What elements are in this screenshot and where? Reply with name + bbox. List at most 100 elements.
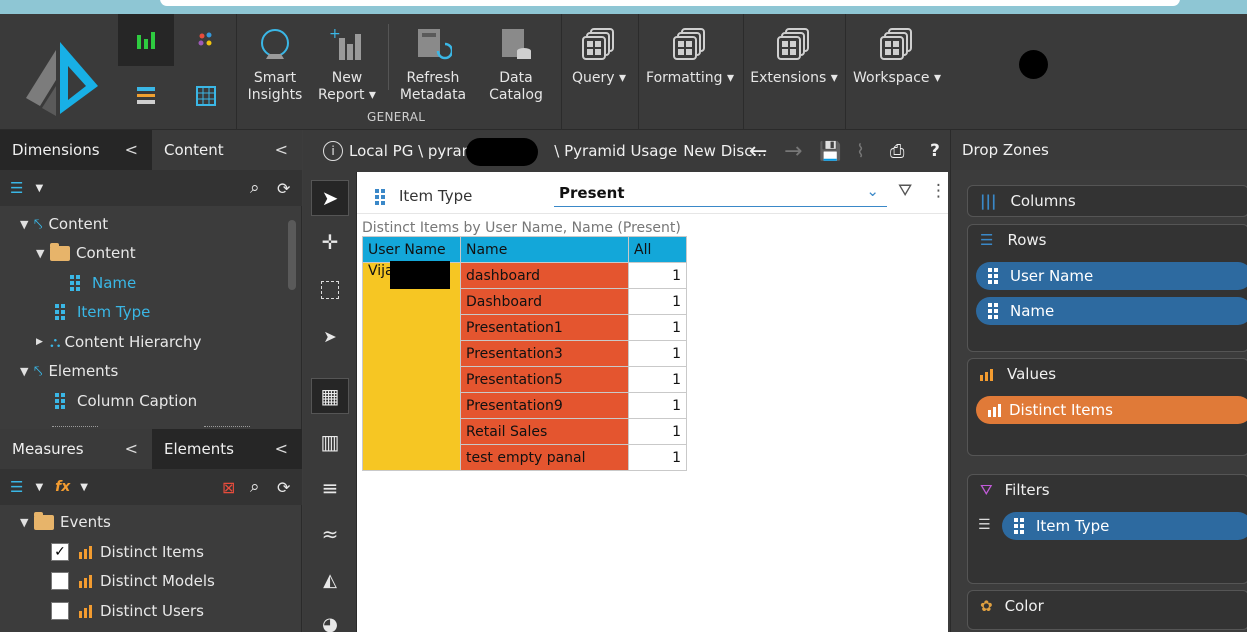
tree-node-events[interactable]: ▼ Events [20,508,111,536]
smart-insights-button[interactable]: Smart Insights [247,20,303,104]
line-chart-button[interactable]: ≈ [311,516,349,552]
bar-chart-button[interactable]: ≡ [311,470,349,506]
tab-elements[interactable]: Elements < [152,429,302,469]
back-arrow-icon[interactable]: ← [749,139,767,164]
measure-distinct-items[interactable]: ✓ Distinct Items [51,538,204,566]
grid-view-button[interactable] [178,70,234,122]
user-name-cell[interactable]: Vija [362,262,461,471]
values-pill-distinct-items[interactable]: Distinct Items [976,396,1247,424]
chevron-down-icon[interactable]: ▼ [35,183,43,194]
rss-icon[interactable]: ⌇ [856,141,865,162]
tree-node-content-root[interactable]: ▼ ⤣ Content [20,210,108,238]
pie-chart-button[interactable]: ◕ [311,606,349,632]
extensions-menu-button[interactable]: Extensions ▾ [750,20,838,87]
name-cell[interactable]: dashboard [460,262,629,289]
filter-settings-icon[interactable]: ⛛ [898,181,912,201]
name-cell[interactable]: Presentation3 [460,340,629,367]
collapse-icon[interactable]: < [125,140,138,159]
filter-dropdown[interactable]: Present ⌄ [554,180,887,207]
measure-distinct-users[interactable]: Distinct Users [51,597,204,625]
column-header[interactable]: User Name [362,236,461,263]
tree-node-content-hierarchy[interactable]: ▶ ⛬ Content Hierarchy [36,328,201,356]
formula-icon[interactable]: fx [55,479,70,495]
rows-pill-name[interactable]: Name [976,297,1247,325]
area-chart-button[interactable]: ◭ [311,562,349,598]
palette-view-button[interactable] [178,14,234,66]
new-report-button[interactable]: + New Report ▾ [318,20,376,104]
print-icon[interactable]: ⎙ [890,141,904,162]
refresh-icon[interactable]: ⟳ [277,478,290,497]
refresh-metadata-button[interactable]: Refresh Metadata [399,20,467,104]
formatting-menu-button[interactable]: Formatting ▾ [645,20,735,87]
expand-icon[interactable]: ▼ [20,365,34,378]
refresh-icon[interactable]: ⟳ [277,179,290,198]
value-cell[interactable]: 1 [628,288,687,315]
tree-node-name[interactable]: Name [70,269,136,297]
crosshair-tool[interactable]: ✛ [311,224,349,260]
tab-content[interactable]: Content < [152,130,302,170]
filter-list-icon[interactable]: ☰ [978,517,991,533]
chevron-down-icon[interactable]: ⌄ [866,182,879,200]
tab-measures[interactable]: Measures < [0,429,152,469]
name-cell[interactable]: Retail Sales [460,418,629,445]
value-cell[interactable]: 1 [628,262,687,289]
filters-zone[interactable]: ⛛ Filters ☰ Item Type [967,474,1247,584]
search-icon[interactable]: ⌕ [250,477,260,497]
breadcrumb-path-2[interactable]: \ Pyramid Usage [554,142,677,160]
tab-dimensions[interactable]: Dimensions < [0,130,152,170]
column-chart-button[interactable]: ▥ [311,424,349,460]
measure-distinct-models[interactable]: Distinct Models [51,567,215,595]
data-catalog-button[interactable]: Data Catalog [486,20,546,104]
chevron-down-icon[interactable]: ▼ [80,482,88,493]
info-icon[interactable]: i [323,141,343,161]
expand-icon[interactable]: ▼ [36,247,50,260]
tree-view-icon[interactable]: ☰ [10,179,23,197]
column-header[interactable]: All [628,236,687,263]
tree-node-elements[interactable]: ▼ ⤣ Elements [20,357,118,385]
address-bar[interactable] [160,0,1180,6]
value-cell[interactable]: 1 [628,418,687,445]
forward-arrow-icon[interactable]: → [784,139,802,164]
value-cell[interactable]: 1 [628,340,687,367]
search-icon[interactable]: ⌕ [250,178,260,198]
values-zone[interactable]: Values Distinct Items [967,358,1247,456]
collapse-icon[interactable]: < [125,439,138,458]
layout-view-button[interactable] [118,70,174,122]
checkbox[interactable] [51,572,69,590]
chart-view-button[interactable] [118,14,174,66]
columns-zone[interactable]: ||| Columns [967,185,1247,217]
tree-node-column-caption[interactable]: Column Caption [55,387,197,415]
name-cell[interactable]: Presentation5 [460,366,629,393]
drill-tool[interactable]: ➤ [311,318,349,354]
expand-icon[interactable]: ▼ [20,218,34,231]
color-zone[interactable]: ✿ Color [967,590,1247,630]
checkbox-checked[interactable]: ✓ [51,543,69,561]
expand-icon[interactable]: ▶ [36,337,50,347]
value-cell[interactable]: 1 [628,366,687,393]
workspace-menu-button[interactable]: Workspace ▾ [852,20,942,87]
more-menu-icon[interactable]: ⋮ [930,181,947,201]
collapse-icon[interactable]: < [275,140,288,159]
select-tool[interactable]: ➤ [311,180,349,216]
name-cell[interactable]: test empty panal [460,444,629,471]
rows-pill-user-name[interactable]: User Name [976,262,1247,290]
tree-node-item-type[interactable]: Item Type [55,298,150,326]
chevron-down-icon[interactable]: ▼ [35,482,43,493]
query-menu-button[interactable]: Query ▾ [568,20,630,87]
rows-zone[interactable]: ☰ Rows User Name Name [967,224,1247,352]
value-cell[interactable]: 1 [628,444,687,471]
expand-icon[interactable]: ▼ [20,516,34,529]
lasso-tool[interactable] [311,272,349,308]
name-cell[interactable]: Dashboard [460,288,629,315]
breadcrumb-path-1[interactable]: Local PG \ pyram [349,142,476,160]
value-cell[interactable]: 1 [628,314,687,341]
name-cell[interactable]: Presentation9 [460,392,629,419]
column-header[interactable]: Name [460,236,629,263]
grid-visual-button[interactable]: ▦ [311,378,349,414]
checkbox[interactable] [51,602,69,620]
name-cell[interactable]: Presentation1 [460,314,629,341]
help-icon[interactable]: ? [930,141,940,161]
tree-node-content-folder[interactable]: ▼ Content [36,239,136,267]
tree-view-icon[interactable]: ☰ [10,478,23,496]
value-cell[interactable]: 1 [628,392,687,419]
